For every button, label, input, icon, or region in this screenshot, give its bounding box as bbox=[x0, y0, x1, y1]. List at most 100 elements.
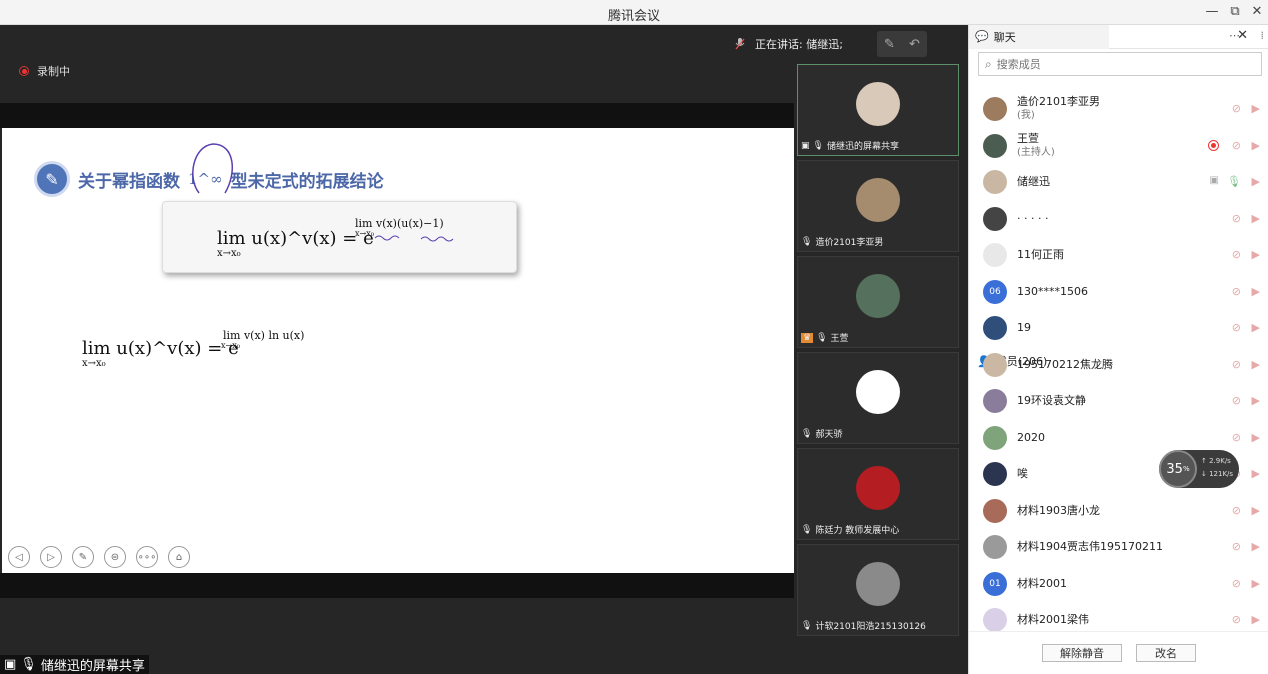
avatar bbox=[856, 178, 900, 222]
more-button[interactable]: ∘∘∘ bbox=[136, 546, 158, 568]
mic-muted-icon[interactable]: ⊘ bbox=[1232, 394, 1241, 407]
list-item[interactable]: 造价2101李亚男 (我) ⊘ ▶ bbox=[969, 91, 1268, 128]
list-item[interactable]: 01 材料2001 ⊘ ▶ bbox=[969, 566, 1268, 603]
camera-off-icon[interactable]: ▶ bbox=[1252, 248, 1260, 261]
mic-on-icon[interactable]: 🎙 bbox=[1227, 175, 1241, 188]
video-tile[interactable]: ▣ 🎙 储继迅的屏幕共享 bbox=[797, 64, 959, 156]
mic-icon: 🎙 bbox=[801, 524, 813, 535]
camera-off-icon[interactable]: ▶ bbox=[1252, 175, 1260, 188]
mic-muted-icon[interactable]: ⊘ bbox=[1232, 540, 1241, 553]
list-item[interactable]: 材料2001梁伟 ⊘ ▶ bbox=[969, 602, 1268, 631]
mic-muted-icon[interactable]: ⊘ bbox=[1232, 577, 1241, 590]
member-info: · · · · · bbox=[1017, 212, 1048, 226]
camera-off-icon[interactable]: ▶ bbox=[1252, 504, 1260, 517]
tab-chat-label: 聊天 bbox=[993, 30, 1016, 44]
mic-muted-icon[interactable]: ⊘ bbox=[1232, 613, 1241, 626]
mic-muted-icon[interactable]: ⊘ bbox=[1232, 358, 1241, 371]
side-panel: 💬 聊天 👤 成员(206) ⋯ ✕ ⁞ ⌕ 造价2101李亚男(我) ⊘ ▶ 王萱 (… bbox=[968, 24, 1268, 674]
tile-name: 造价2101李亚男 bbox=[815, 238, 884, 248]
rename-button[interactable]: 改名 bbox=[1136, 644, 1196, 662]
list-item[interactable]: 储继迅 ▣ 🎙 ▶ bbox=[969, 164, 1268, 201]
camera-off-icon[interactable]: ▶ bbox=[1252, 577, 1260, 590]
list-item[interactable]: · · · · · ⊘ ▶ bbox=[969, 201, 1268, 238]
member-name: 材料1903唐小龙 bbox=[1017, 503, 1100, 517]
prev-slide-button[interactable]: ◁ bbox=[8, 546, 30, 568]
camera-off-icon[interactable]: ▶ bbox=[1252, 358, 1260, 371]
panel-tabs: 💬 聊天 👤 成员(206) ⋯ ✕ ⁞ bbox=[969, 24, 1268, 631]
camera-off-icon[interactable]: ▶ bbox=[1252, 431, 1260, 444]
tile-label: 🎙 计软2101阳浩215130126 bbox=[801, 619, 926, 633]
download-rate: ↓ 121K/s bbox=[1201, 470, 1234, 478]
camera-off-icon[interactable]: ▶ bbox=[1252, 394, 1260, 407]
camera-off-icon[interactable]: ▶ bbox=[1252, 540, 1260, 553]
mic-muted-icon[interactable]: ⊘ bbox=[1232, 321, 1241, 334]
member-info: 材料2001梁伟 bbox=[1017, 613, 1089, 627]
video-tile[interactable]: ♛ 🎙 王萱 bbox=[797, 256, 959, 348]
list-item[interactable]: 19 ⊘ ▶ bbox=[969, 310, 1268, 347]
network-widget[interactable]: 35% ↑ 2.9K/s ↓ 121K/s bbox=[1159, 450, 1239, 488]
close-button[interactable]: ✕ bbox=[1247, 3, 1267, 21]
camera-off-icon[interactable]: ▶ bbox=[1252, 613, 1260, 626]
mic-muted-icon[interactable]: ⊘ bbox=[1232, 431, 1241, 444]
camera-off-icon[interactable]: ▶ bbox=[1252, 139, 1260, 152]
annotation-tools[interactable]: ✎ ↶ bbox=[877, 31, 927, 57]
pen-tool-button[interactable]: ✎ bbox=[72, 546, 94, 568]
list-item[interactable]: 19环设袁文静 ⊘ ▶ bbox=[969, 383, 1268, 420]
mic-muted-icon[interactable]: ⊘ bbox=[1232, 102, 1241, 115]
list-item[interactable]: 材料1904贾志伟195170211 ⊘ ▶ bbox=[969, 529, 1268, 566]
list-item[interactable]: 06 130****1506 ⊘ ▶ bbox=[969, 274, 1268, 311]
video-tiles: ▣ 🎙 储继迅的屏幕共享 🎙 造价2101李亚男 ♛ 🎙 王萱 🎙 郝天骄 🎙 陈廷力 教师发… bbox=[797, 64, 965, 640]
avatar bbox=[983, 498, 1007, 523]
mic-muted-icon[interactable]: ⊘ bbox=[1232, 285, 1241, 298]
highlighter-button[interactable]: ⊜ bbox=[104, 546, 126, 568]
avatar bbox=[983, 206, 1007, 231]
video-tile[interactable]: 🎙 陈廷力 教师发展中心 bbox=[797, 448, 959, 540]
list-item[interactable]: 195170212焦龙腾 ⊘ ▶ bbox=[969, 347, 1268, 384]
slide-bottom-letterbox bbox=[0, 573, 794, 598]
member-info: 材料2001 bbox=[1017, 577, 1067, 591]
member-info: 2020 bbox=[1017, 431, 1045, 445]
formula-2-lhs: lim u(x)^v(x) = e bbox=[82, 338, 239, 359]
camera-off-icon[interactable]: ▶ bbox=[1252, 212, 1260, 225]
list-item[interactable]: 11何正雨 ⊘ ▶ bbox=[969, 237, 1268, 274]
member-info: 储继迅 bbox=[1017, 175, 1050, 189]
tile-name: 陈廷力 教师发展中心 bbox=[815, 526, 900, 536]
search-icon: ⌕ bbox=[985, 56, 992, 71]
tab-chat[interactable]: 💬 聊天 bbox=[969, 24, 1109, 49]
list-item[interactable]: 材料1903唐小龙 ⊘ ▶ bbox=[969, 493, 1268, 530]
camera-off-icon[interactable]: ▶ bbox=[1252, 467, 1260, 480]
camera-off-icon[interactable]: ▶ bbox=[1252, 102, 1260, 115]
member-info: 造价2101李亚男 (我) bbox=[1017, 95, 1100, 123]
mic-muted-icon[interactable]: ⊘ bbox=[1232, 248, 1241, 261]
camera-off-icon[interactable]: ▶ bbox=[1252, 285, 1260, 298]
member-info: 材料1903唐小龙 bbox=[1017, 504, 1100, 518]
video-tile[interactable]: 🎙 计软2101阳浩215130126 bbox=[797, 544, 959, 636]
upload-value: 2.9 bbox=[1209, 457, 1221, 465]
screen-icon: ▣ bbox=[801, 140, 810, 151]
slide-top-letterbox bbox=[0, 103, 794, 128]
member-name: 19环设袁文静 bbox=[1017, 394, 1086, 408]
next-slide-button[interactable]: ▷ bbox=[40, 546, 62, 568]
video-tile[interactable]: 🎙 郝天骄 bbox=[797, 352, 959, 444]
mic-muted-icon[interactable]: ⊘ bbox=[1232, 504, 1241, 517]
pen-icon[interactable]: ✎ bbox=[884, 37, 895, 52]
camera-off-icon[interactable]: ▶ bbox=[1252, 321, 1260, 334]
minimize-button[interactable]: — bbox=[1202, 3, 1222, 21]
unmute-all-button[interactable]: 解除静音 bbox=[1042, 644, 1122, 662]
list-item[interactable]: 王萱 (主持人) ⊘ ▶ bbox=[969, 128, 1268, 165]
member-list: 造价2101李亚男 (我) ⊘ ▶ 王萱 (主持人) ⊘ ▶ 储继迅 ▣ 🎙 ▶ · · · · · ⊘ ▶… bbox=[969, 91, 1268, 631]
member-name: · · · · · bbox=[1017, 211, 1049, 225]
close-panel-icon[interactable]: ✕ bbox=[1237, 28, 1248, 43]
maximize-button[interactable]: ⧉ bbox=[1225, 3, 1245, 21]
undo-icon[interactable]: ↶ bbox=[909, 37, 920, 52]
member-name: 王萱 bbox=[1017, 131, 1039, 145]
mic-muted-icon bbox=[735, 38, 745, 50]
search-input[interactable] bbox=[996, 57, 1237, 71]
mic-muted-icon[interactable]: ⊘ bbox=[1232, 139, 1241, 152]
screen-share-label: ▣ 🎙 储继迅的屏幕共享 bbox=[0, 655, 149, 674]
mic-muted-icon[interactable]: ⊘ bbox=[1232, 212, 1241, 225]
member-role: (我) bbox=[1017, 110, 1035, 122]
video-tile[interactable]: 🎙 造价2101李亚男 bbox=[797, 160, 959, 252]
home-button[interactable]: ⌂ bbox=[168, 546, 190, 568]
panel-divider-icon: ⁞ bbox=[1260, 29, 1265, 42]
